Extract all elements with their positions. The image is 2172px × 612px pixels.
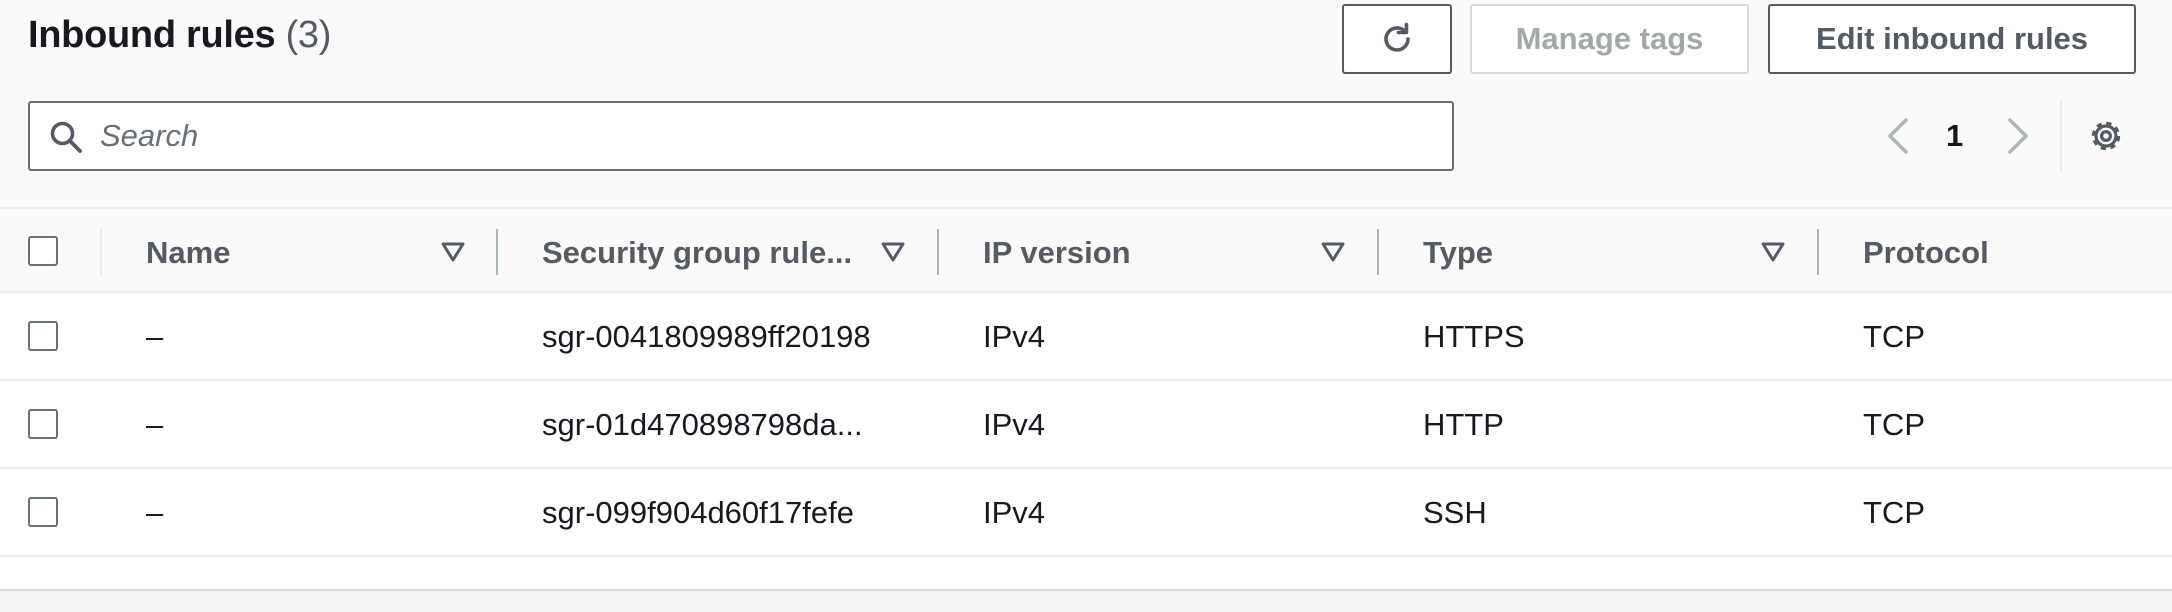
cell-type: HTTPS — [1423, 319, 1525, 354]
column-header-type[interactable]: Type — [1423, 235, 1493, 271]
current-page-number[interactable]: 1 — [1946, 118, 1963, 154]
refresh-button[interactable] — [1342, 4, 1452, 74]
pager-divider — [2060, 100, 2062, 172]
panel-footer-divider — [0, 589, 2172, 612]
cell-rule-id: sgr-0041809989ff20198 — [542, 319, 871, 354]
title-text: Inbound rules — [28, 14, 276, 56]
column-resize-handle[interactable] — [496, 229, 498, 275]
sort-down-icon[interactable] — [1320, 241, 1346, 263]
panel-header: Inbound rules (3) Manage tags Edit inbou… — [0, 0, 2172, 207]
table-header: Name Security group rule... IP version T… — [0, 207, 2172, 293]
cell-rule-id: sgr-01d470898798da... — [542, 407, 863, 442]
cell-type: SSH — [1423, 495, 1487, 530]
inbound-rules-panel: Inbound rules (3) Manage tags Edit inbou… — [0, 0, 2172, 612]
cell-ip-version: IPv4 — [983, 495, 1046, 530]
page-title: Inbound rules (3) — [28, 14, 331, 57]
column-resize-handle[interactable] — [937, 229, 939, 275]
refresh-icon — [1384, 22, 1410, 52]
cell-ip-version: IPv4 — [983, 319, 1046, 354]
search-field[interactable] — [28, 101, 1454, 171]
column-divider — [100, 229, 102, 275]
sort-down-icon[interactable] — [1760, 241, 1786, 263]
column-header-ip-version[interactable]: IP version — [983, 235, 1131, 271]
manage-tags-button[interactable]: Manage tags — [1470, 4, 1749, 74]
cell-name: – — [146, 407, 164, 442]
cell-protocol: TCP — [1863, 495, 1925, 530]
row-checkbox[interactable] — [28, 497, 58, 527]
row-checkbox[interactable] — [28, 409, 58, 439]
rule-count: (3) — [285, 14, 332, 56]
cell-protocol: TCP — [1863, 407, 1925, 442]
table-row[interactable]: – sgr-01d470898798da... IPv4 HTTP TCP — [0, 381, 2172, 469]
select-all-checkbox[interactable] — [28, 236, 58, 266]
cell-name: – — [146, 319, 164, 354]
row-checkbox[interactable] — [28, 321, 58, 351]
sort-down-icon[interactable] — [440, 241, 466, 263]
edit-inbound-rules-button[interactable]: Edit inbound rules — [1768, 4, 2136, 74]
cell-rule-id: sgr-099f904d60f17fefe — [542, 495, 854, 530]
column-header-rule-id[interactable]: Security group rule... — [542, 235, 852, 271]
table-row[interactable]: – sgr-0041809989ff20198 IPv4 HTTPS TCP — [0, 293, 2172, 381]
chevron-right-icon[interactable] — [2000, 116, 2036, 156]
column-resize-handle[interactable] — [1377, 229, 1379, 275]
column-resize-handle[interactable] — [1817, 229, 1819, 275]
search-input[interactable] — [100, 111, 1440, 161]
column-header-name[interactable]: Name — [146, 235, 230, 271]
gear-icon[interactable] — [2086, 116, 2126, 156]
table-row[interactable]: – sgr-099f904d60f17fefe IPv4 SSH TCP — [0, 469, 2172, 557]
cell-name: – — [146, 495, 164, 530]
cell-ip-version: IPv4 — [983, 407, 1046, 442]
cell-type: HTTP — [1423, 407, 1504, 442]
chevron-left-icon[interactable] — [1880, 116, 1916, 156]
column-header-protocol[interactable]: Protocol — [1863, 235, 1989, 271]
sort-down-icon[interactable] — [880, 241, 906, 263]
search-icon — [50, 121, 82, 153]
cell-protocol: TCP — [1863, 319, 1925, 354]
